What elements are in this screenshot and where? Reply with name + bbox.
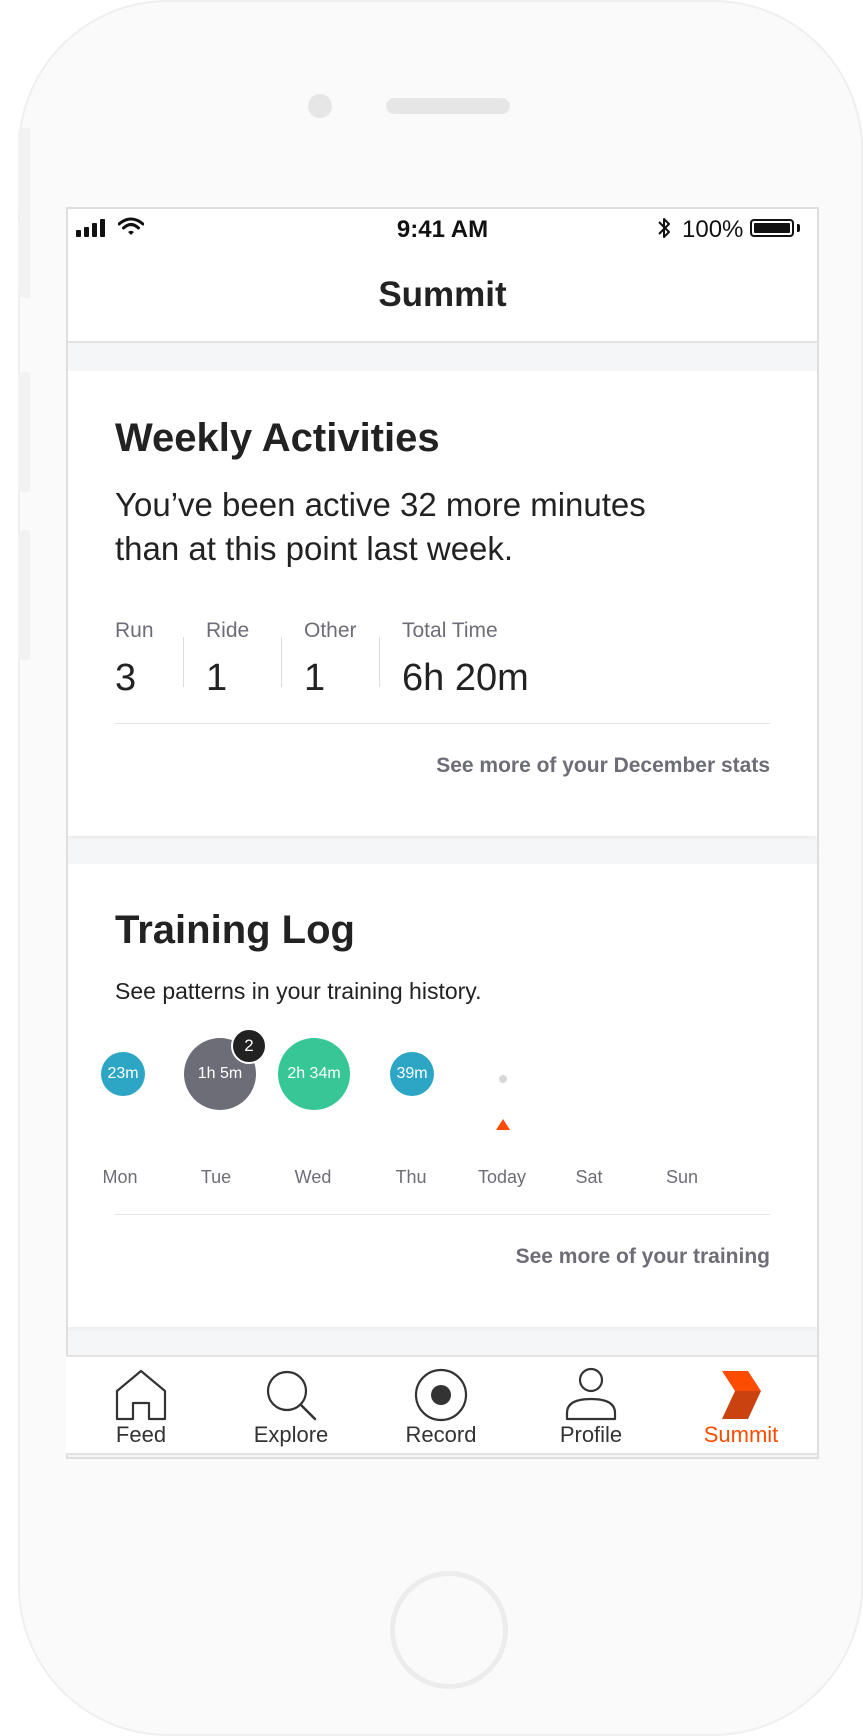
training-log-card[interactable]: Training Log See patterns in your traini… [68, 864, 817, 1327]
stat-other-label: Other [304, 619, 357, 642]
stat-run: Run 3 [115, 619, 183, 699]
stat-divider [281, 637, 282, 687]
stat-divider [379, 637, 380, 687]
stat-run-label: Run [115, 619, 154, 642]
bluetooth-icon [658, 218, 670, 238]
tab-summit-label: Summit [703, 1422, 779, 1447]
tab-record[interactable]: Record [366, 1357, 516, 1455]
tab-feed-label: Feed [115, 1422, 167, 1447]
tab-profile-label: Profile [559, 1422, 623, 1447]
activity-bubble-wed[interactable]: 2h 34m [278, 1038, 350, 1110]
stat-ride: Ride 1 [206, 619, 281, 699]
training-log-description: See patterns in your training history. [115, 978, 482, 1004]
day-label-thu: Thu [395, 1167, 427, 1187]
stat-other: Other 1 [304, 619, 379, 699]
divider [115, 723, 770, 724]
weekly-activities-card[interactable]: Weekly Activities You’ve been active 32 … [68, 371, 817, 836]
home-icon [115, 1369, 167, 1421]
tab-bar: Feed Explore Record Profile Summit [66, 1355, 817, 1455]
earpiece-speaker [386, 98, 510, 114]
stat-other-value: 1 [304, 657, 326, 699]
empty-day-dot [499, 1075, 507, 1083]
tab-summit[interactable]: Summit [666, 1357, 816, 1455]
day-label-sat: Sat [575, 1167, 603, 1187]
stat-ride-value: 1 [206, 657, 228, 699]
see-training-link[interactable]: See more of your training [516, 1245, 770, 1269]
tab-profile[interactable]: Profile [516, 1357, 666, 1455]
stat-total-time: Total Time 6h 20m [402, 619, 602, 699]
volume-down-button [18, 372, 30, 492]
tab-explore-label: Explore [253, 1422, 329, 1447]
tab-explore[interactable]: Explore [216, 1357, 366, 1455]
navigation-bar: Summit [68, 247, 817, 343]
day-label-sun: Sun [665, 1167, 699, 1187]
volume-up-button [18, 218, 30, 298]
activity-bubble-thu[interactable]: 39m [390, 1052, 434, 1096]
day-label-tue: Tue [200, 1167, 232, 1187]
divider [115, 1214, 770, 1215]
home-button[interactable] [390, 1571, 508, 1689]
side-button [18, 530, 30, 660]
tab-record-label: Record [405, 1422, 477, 1447]
stat-total-time-value: 6h 20m [402, 657, 529, 699]
stat-total-time-label: Total Time [402, 619, 498, 642]
see-december-stats-link[interactable]: See more of your December stats [436, 754, 770, 778]
weekly-stats: Run 3 Ride 1 Other 1 Total Time 6h 20m [115, 619, 602, 699]
battery-icon [750, 219, 794, 237]
app-screen: 9:41 AM 100% Summit Weekly Activities Yo… [66, 207, 819, 1459]
training-log-title: Training Log [115, 908, 355, 952]
activity-count-badge: 2 [231, 1028, 267, 1064]
weekly-activities-description: You’ve been active 32 more minutes than … [115, 486, 646, 567]
activity-bubble-mon[interactable]: 23m [101, 1052, 145, 1096]
day-label-mon: Mon [102, 1167, 138, 1187]
record-icon [414, 1368, 468, 1422]
front-camera [308, 94, 332, 118]
mute-switch [18, 128, 30, 218]
search-icon [266, 1370, 317, 1421]
stat-ride-label: Ride [206, 619, 250, 642]
stat-divider [183, 637, 184, 687]
stat-run-value: 3 [115, 657, 137, 699]
profile-icon [565, 1367, 617, 1421]
battery-percent: 100% [682, 216, 744, 243]
day-label-today: Today [477, 1167, 527, 1187]
battery-tip [797, 224, 800, 232]
weekly-activities-title: Weekly Activities [115, 416, 440, 460]
status-bar: 9:41 AM 100% [68, 209, 817, 247]
tab-feed[interactable]: Feed [66, 1357, 216, 1455]
page-title: Summit [378, 275, 507, 314]
day-label-wed: Wed [294, 1167, 332, 1187]
today-marker-icon [496, 1119, 510, 1130]
summit-chevron-icon [722, 1371, 761, 1419]
